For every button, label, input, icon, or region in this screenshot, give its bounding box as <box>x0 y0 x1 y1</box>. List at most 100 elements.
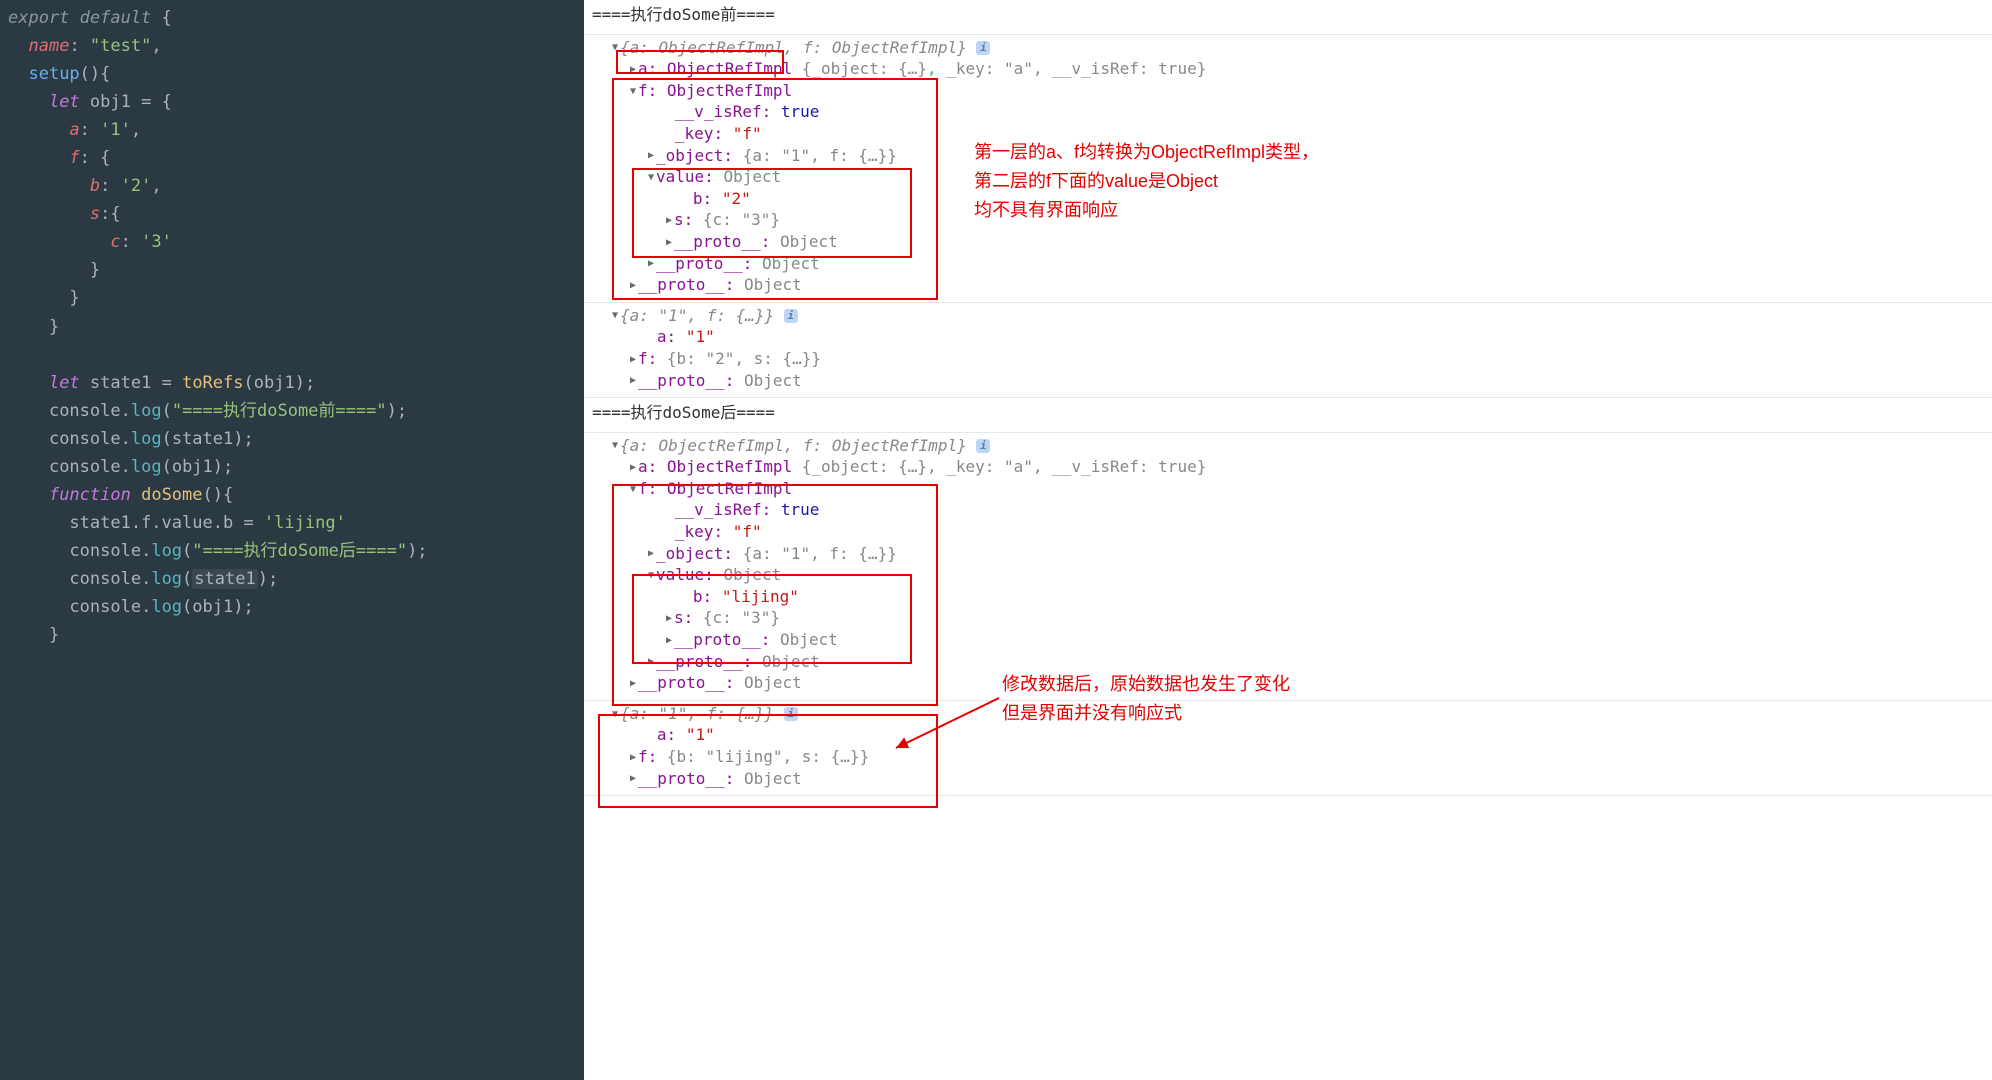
expand-toggle-icon[interactable] <box>628 772 638 786</box>
object-value: Object <box>762 254 820 273</box>
object-value: {a: "1", f: {…}} <box>743 544 897 563</box>
code-var: obj1 <box>90 92 131 112</box>
code-keyword: let <box>49 92 80 112</box>
object-summary: {a: ObjectRefImpl, f: ObjectRefImpl} <box>620 38 967 57</box>
code-string: "====执行doSome前====" <box>172 401 387 421</box>
code-function-call: toRefs <box>182 373 243 393</box>
object-value: true <box>781 500 820 519</box>
annotation-line: 第一层的a、f均转换为ObjectRefImpl类型， <box>974 138 1319 167</box>
expand-toggle-icon[interactable] <box>646 547 656 561</box>
code-var: state1 <box>90 373 151 393</box>
object-value: Object <box>723 565 781 584</box>
expand-toggle-icon[interactable] <box>646 569 656 583</box>
expand-toggle-icon[interactable] <box>628 677 638 691</box>
object-property: a: ObjectRefImpl <box>638 457 792 476</box>
object-property: s: <box>674 210 703 229</box>
code-object: console <box>49 429 121 449</box>
object-value: {b: "2", s: {…}} <box>667 349 821 368</box>
expand-toggle-icon[interactable] <box>664 634 674 648</box>
expand-toggle-icon[interactable] <box>628 85 638 99</box>
expand-toggle-icon[interactable] <box>610 708 620 722</box>
expand-toggle-icon[interactable] <box>628 279 638 293</box>
object-property: __v_isRef: <box>675 500 781 519</box>
object-value: {_object: {…}, _key: "a", __v_isRef: tru… <box>792 59 1206 78</box>
code-object: console <box>69 541 141 561</box>
expand-toggle-icon[interactable] <box>664 612 674 626</box>
expand-toggle-icon[interactable] <box>628 63 638 77</box>
code-function-name: doSome <box>141 485 202 505</box>
console-log-entry[interactable]: ====执行doSome前==== <box>584 0 1992 35</box>
object-property: __proto__: <box>674 630 780 649</box>
code-token: export default <box>8 8 151 28</box>
expand-toggle-icon[interactable] <box>646 257 656 271</box>
object-value: Object <box>744 769 802 788</box>
code-string: '3' <box>141 232 172 252</box>
code-method: log <box>151 597 182 617</box>
object-property: a: ObjectRefImpl <box>638 59 792 78</box>
expand-toggle-icon[interactable] <box>628 483 638 497</box>
code-method: log <box>131 401 162 421</box>
code-method: log <box>131 429 162 449</box>
code-var: obj1 <box>192 597 233 617</box>
object-property: __proto__: <box>656 254 762 273</box>
console-log-entry[interactable]: ====执行doSome后==== <box>584 398 1992 433</box>
object-property: __proto__: <box>674 232 780 251</box>
expand-toggle-icon[interactable] <box>628 374 638 388</box>
console-log-entry[interactable]: {a: ObjectRefImpl, f: ObjectRefImpl} i a… <box>584 433 1992 701</box>
object-value: {b: "lijing", s: {…}} <box>667 747 869 766</box>
expand-toggle-icon[interactable] <box>628 353 638 367</box>
code-var: state1 <box>192 569 257 589</box>
code-string: '2' <box>121 176 152 196</box>
code-string: 'lijing' <box>264 513 346 533</box>
object-property: b: <box>693 189 722 208</box>
code-editor: export default { name: "test", setup(){ … <box>0 0 584 1080</box>
expand-toggle-icon[interactable] <box>646 171 656 185</box>
expand-toggle-icon[interactable] <box>628 751 638 765</box>
expand-toggle-icon[interactable] <box>664 214 674 228</box>
object-property: f: <box>638 747 667 766</box>
object-value: Object <box>744 673 802 692</box>
object-property: __proto__: <box>656 652 762 671</box>
object-property: f: ObjectRefImpl <box>638 81 792 100</box>
code-string: "====执行doSome后====" <box>192 541 407 561</box>
object-property: f: <box>638 349 667 368</box>
expand-toggle-icon[interactable] <box>628 461 638 475</box>
object-property: _key: <box>675 522 733 541</box>
object-value: "2" <box>722 189 751 208</box>
console-log-entry[interactable]: {a: "1", f: {…}} i a: "1" f: {b: "2", s:… <box>584 303 1992 398</box>
code-keyword: function <box>49 485 131 505</box>
object-property: _object: <box>656 146 743 165</box>
object-value: Object <box>744 371 802 390</box>
object-property: a: <box>657 327 686 346</box>
code-property: a <box>69 120 79 140</box>
info-icon[interactable]: i <box>976 439 990 453</box>
annotation-line: 修改数据后，原始数据也发生了变化 <box>1002 670 1290 699</box>
object-property: a: <box>657 725 686 744</box>
expand-toggle-icon[interactable] <box>646 149 656 163</box>
object-value: {c: "3"} <box>703 608 780 627</box>
object-property: __proto__: <box>638 673 744 692</box>
code-object: console <box>69 597 141 617</box>
object-value: "f" <box>733 522 762 541</box>
annotation-line: 均不具有界面响应 <box>974 196 1319 225</box>
code-string: "test" <box>90 36 151 56</box>
info-icon[interactable]: i <box>784 707 798 721</box>
expand-toggle-icon[interactable] <box>610 439 620 453</box>
expand-toggle-icon[interactable] <box>664 236 674 250</box>
info-icon[interactable]: i <box>976 41 990 55</box>
annotation-line: 第二层的f下面的value是Object <box>974 167 1319 196</box>
code-lhs: state1.f.value.b <box>69 513 233 533</box>
object-value: Object <box>723 167 781 186</box>
object-property: f: ObjectRefImpl <box>638 479 792 498</box>
object-property: __proto__: <box>638 769 744 788</box>
annotation-line: 但是界面并没有响应式 <box>1002 699 1290 728</box>
expand-toggle-icon[interactable] <box>610 309 620 323</box>
object-value: "f" <box>733 124 762 143</box>
object-property: value: <box>656 565 723 584</box>
expand-toggle-icon[interactable] <box>610 41 620 55</box>
code-property: name <box>28 36 69 56</box>
info-icon[interactable]: i <box>784 309 798 323</box>
object-value: "1" <box>686 327 715 346</box>
code-property: b <box>90 176 100 196</box>
expand-toggle-icon[interactable] <box>646 655 656 669</box>
